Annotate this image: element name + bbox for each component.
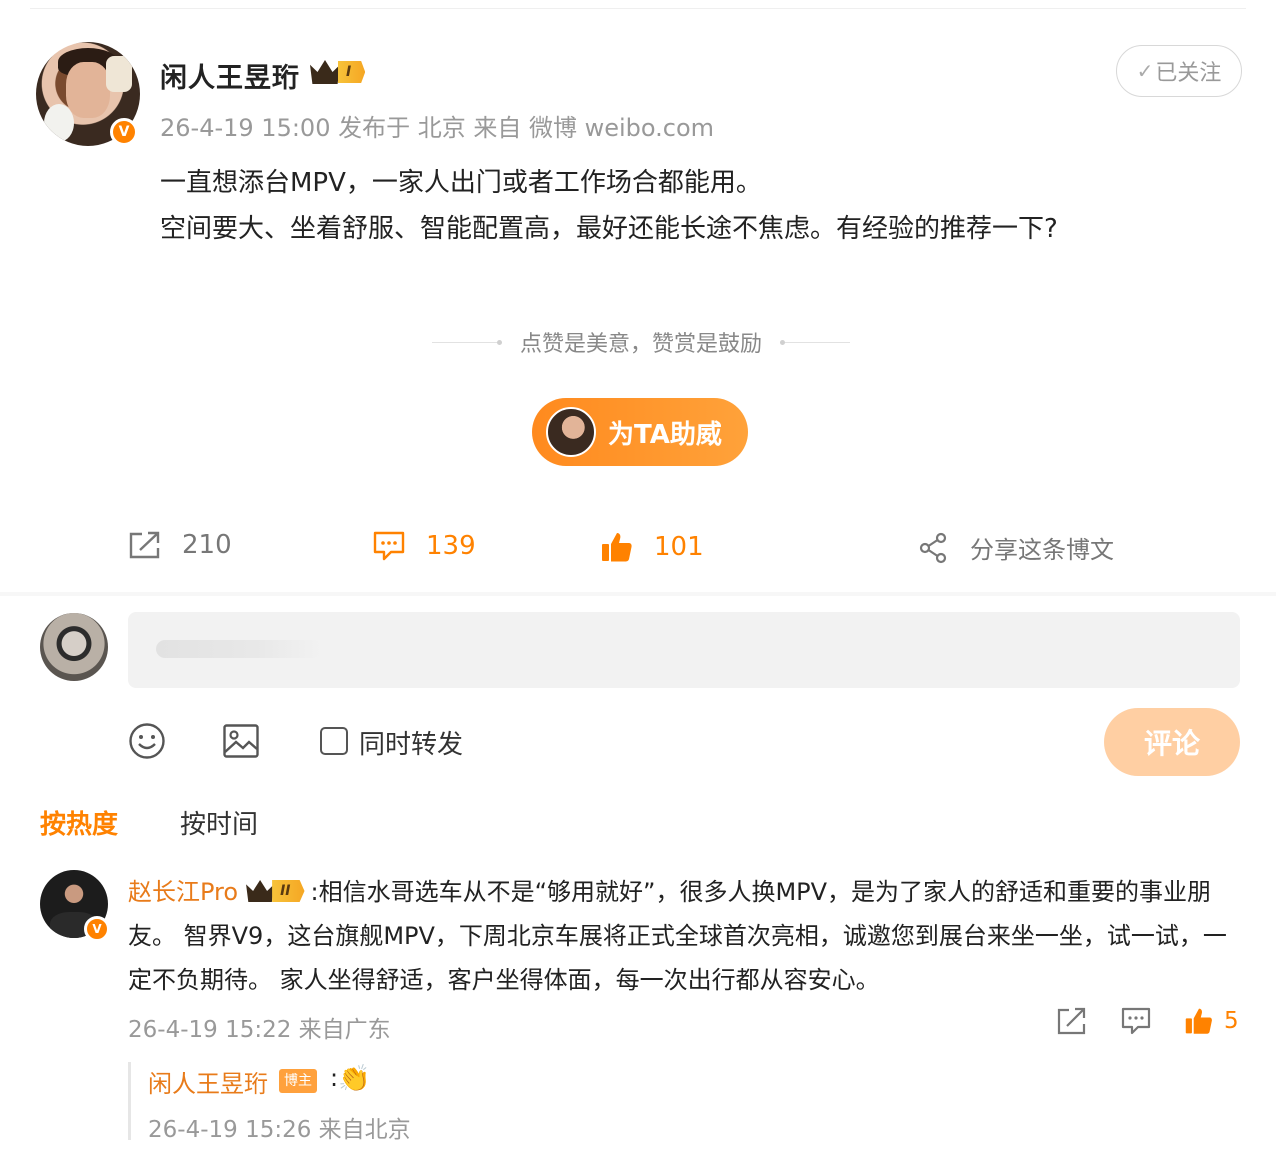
commenter-name[interactable]: 赵长江Pro xyxy=(128,878,238,906)
share-button[interactable]: 分享这条博文 xyxy=(918,530,1114,565)
repost-count: 210 xyxy=(182,530,232,560)
comment-body: 赵长江Pro II:相信水哥选车从不是“够用就好”，很多人换MPV，是为了家人的舒… xyxy=(128,870,1244,1002)
image-icon[interactable] xyxy=(222,722,260,760)
post-meta: 26-4-19 15:00 发布于 北京 来自 微博 weibo.com xyxy=(160,114,715,142)
cheer-button[interactable]: 为TA助威 xyxy=(532,398,748,466)
blurred-draft-text xyxy=(156,640,322,658)
membership-level: I xyxy=(338,61,366,83)
share-icon xyxy=(919,532,947,563)
membership-level: II xyxy=(272,880,305,902)
author-name[interactable]: 闲人王昱珩 xyxy=(160,56,300,95)
comment-count: 139 xyxy=(426,531,476,561)
cheer-avatar xyxy=(546,407,596,457)
post-body: 一直想添台MPV，一家人出门或者工作场合都能用。 空间要大、坐着舒服、智能配置高… xyxy=(160,160,1058,252)
like-icon xyxy=(602,533,632,562)
membership-crown-icon[interactable]: I xyxy=(310,60,366,84)
tip-text: 点赞是美意，赞赏是鼓励 xyxy=(519,332,762,357)
post-text-line: 空间要大、坐着舒服、智能配置高，最好还能长途不焦虑。有经验的推荐一下? xyxy=(160,214,1058,244)
clap-emoji-icon: 👏 xyxy=(338,1064,371,1094)
top-divider xyxy=(30,8,1246,9)
author-badge: 博主 xyxy=(279,1069,317,1093)
reply-author[interactable]: 闲人王昱珩 xyxy=(148,1064,268,1099)
like-icon xyxy=(1185,1008,1212,1034)
repost-icon xyxy=(129,531,160,559)
section-divider xyxy=(0,592,1276,596)
current-user-avatar xyxy=(40,613,108,681)
tip-divider: 点赞是美意，赞赏是鼓励 xyxy=(416,326,866,358)
comment-button[interactable]: 139 xyxy=(372,530,476,562)
check-icon: ✓ xyxy=(1136,59,1154,83)
submit-comment-button[interactable]: 评论 xyxy=(1104,708,1240,776)
comment-icon xyxy=(373,531,405,561)
reply-thread-bar xyxy=(128,1062,131,1140)
comment-reply-icon[interactable] xyxy=(1120,1006,1152,1036)
verified-icon: V xyxy=(84,916,110,942)
comment-meta: 26-4-19 15:22 来自广东 xyxy=(128,1017,391,1043)
reply-colon: : xyxy=(330,1064,339,1092)
forward-label[interactable]: 同时转发 xyxy=(359,724,463,761)
comment-like-button[interactable]: 5 xyxy=(1184,1006,1239,1036)
like-count: 101 xyxy=(654,532,704,562)
like-button[interactable]: 101 xyxy=(600,530,704,564)
comment-like-count: 5 xyxy=(1224,1008,1239,1034)
follow-button[interactable]: ✓ 已关注 xyxy=(1116,45,1242,97)
sort-by-time-tab[interactable]: 按时间 xyxy=(180,804,258,841)
share-label: 分享这条博文 xyxy=(970,536,1114,564)
forward-checkbox[interactable] xyxy=(320,727,348,755)
membership-crown-icon[interactable]: II xyxy=(246,880,305,902)
repost-button[interactable]: 210 xyxy=(128,530,232,560)
comment-repost-icon[interactable] xyxy=(1056,1006,1088,1036)
sort-by-hot-tab[interactable]: 按热度 xyxy=(40,804,118,841)
follow-label: 已关注 xyxy=(1155,61,1222,86)
cheer-label: 为TA助威 xyxy=(608,419,722,450)
verified-icon: V xyxy=(110,118,138,146)
emoji-icon[interactable] xyxy=(128,722,166,760)
post-text-line: 一直想添台MPV，一家人出门或者工作场合都能用。 xyxy=(160,168,762,198)
reply-meta: 26-4-19 15:26 来自北京 xyxy=(148,1117,411,1143)
